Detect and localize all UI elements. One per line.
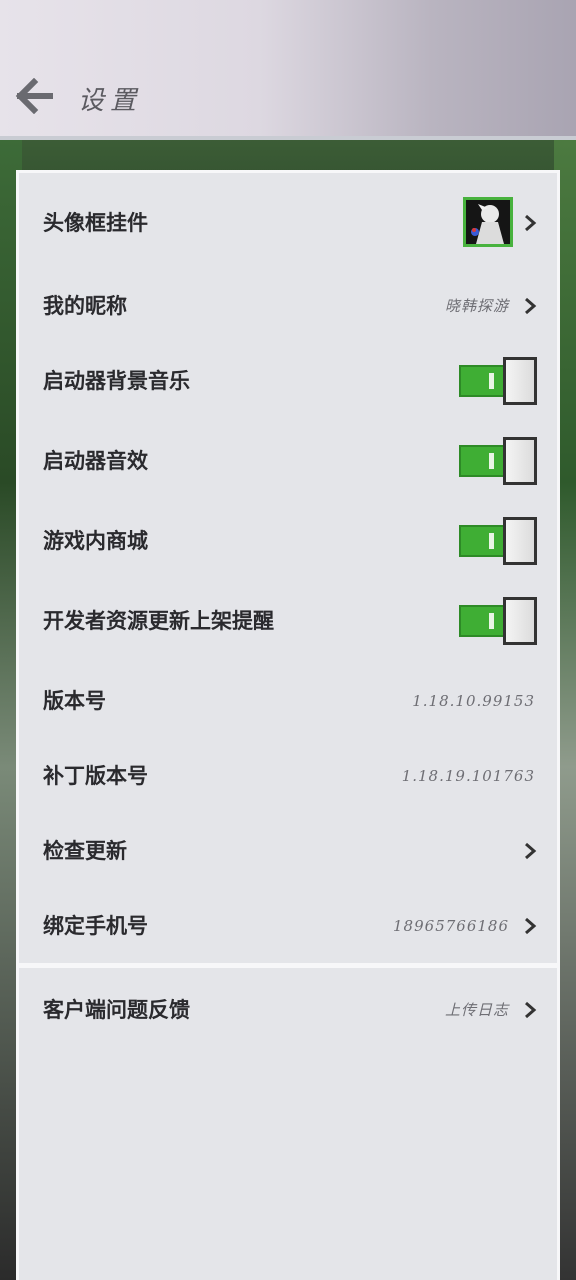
patch-version-value: 1.18.19.101763 [401, 767, 535, 785]
chevron-right-icon [525, 1001, 537, 1019]
toggle-on-indicator [489, 533, 494, 549]
toggle-knob [503, 597, 537, 645]
toggle-knob [503, 517, 537, 565]
avatar-frame-thumbnail [463, 197, 513, 247]
setting-label: 头像框挂件 [43, 211, 148, 235]
setting-avatar-frame[interactable]: 头像框挂件 [19, 193, 557, 253]
toggle-track [459, 445, 507, 477]
setting-label: 开发者资源更新上架提醒 [43, 609, 274, 633]
setting-dev-resource-reminder: 开发者资源更新上架提醒 [19, 591, 557, 651]
setting-label: 补丁版本号 [43, 764, 148, 788]
toggle-track [459, 605, 507, 637]
toggle-knob [503, 437, 537, 485]
setting-version: 版本号 1.18.10.99153 [19, 671, 557, 731]
setting-launcher-bgm: 启动器背景音乐 [19, 351, 557, 411]
avatar-image-icon [466, 200, 510, 244]
launcher-sfx-toggle[interactable] [459, 437, 537, 485]
setting-label: 游戏内商城 [43, 529, 148, 553]
settings-panel: 头像框挂件 我的昵称 晓韩探游 启动器背景音乐 启动器音效 游戏内商城 开发者资… [16, 170, 560, 1280]
ingame-store-toggle[interactable] [459, 517, 537, 565]
chevron-right-icon [525, 842, 537, 860]
setting-client-feedback[interactable]: 客户端问题反馈 上传日志 [19, 980, 557, 1040]
toggle-track [459, 365, 507, 397]
setting-bind-phone[interactable]: 绑定手机号 18965766186 [19, 896, 557, 956]
toggle-on-indicator [489, 373, 494, 389]
chevron-right-icon [525, 214, 537, 232]
setting-label: 版本号 [43, 689, 106, 713]
chevron-right-icon [525, 917, 537, 935]
setting-label: 检查更新 [43, 839, 127, 863]
dev-resource-reminder-toggle[interactable] [459, 597, 537, 645]
setting-label: 我的昵称 [43, 294, 127, 318]
phone-value: 18965766186 [393, 917, 509, 935]
setting-ingame-store: 游戏内商城 [19, 511, 557, 571]
header-bar: 设置 [0, 0, 576, 140]
setting-launcher-sfx: 启动器音效 [19, 431, 557, 491]
setting-label: 绑定手机号 [43, 914, 148, 938]
nickname-value: 晓韩探游 [444, 297, 509, 315]
section-divider [19, 963, 557, 968]
version-value: 1.18.10.99153 [412, 692, 535, 710]
launcher-bgm-toggle[interactable] [459, 357, 537, 405]
chevron-right-icon [525, 297, 537, 315]
toggle-knob [503, 357, 537, 405]
toggle-track [459, 525, 507, 557]
setting-nickname[interactable]: 我的昵称 晓韩探游 [19, 276, 557, 336]
page-title: 设置 [78, 86, 143, 116]
setting-patch-version: 补丁版本号 1.18.19.101763 [19, 746, 557, 806]
setting-label: 客户端问题反馈 [43, 998, 190, 1022]
toggle-on-indicator [489, 613, 494, 629]
setting-check-update[interactable]: 检查更新 [19, 821, 557, 881]
setting-label: 启动器背景音乐 [43, 369, 190, 393]
upload-log-value: 上传日志 [444, 1001, 509, 1019]
toggle-on-indicator [489, 453, 494, 469]
setting-label: 启动器音效 [43, 449, 148, 473]
arrow-left-icon[interactable] [14, 78, 54, 114]
